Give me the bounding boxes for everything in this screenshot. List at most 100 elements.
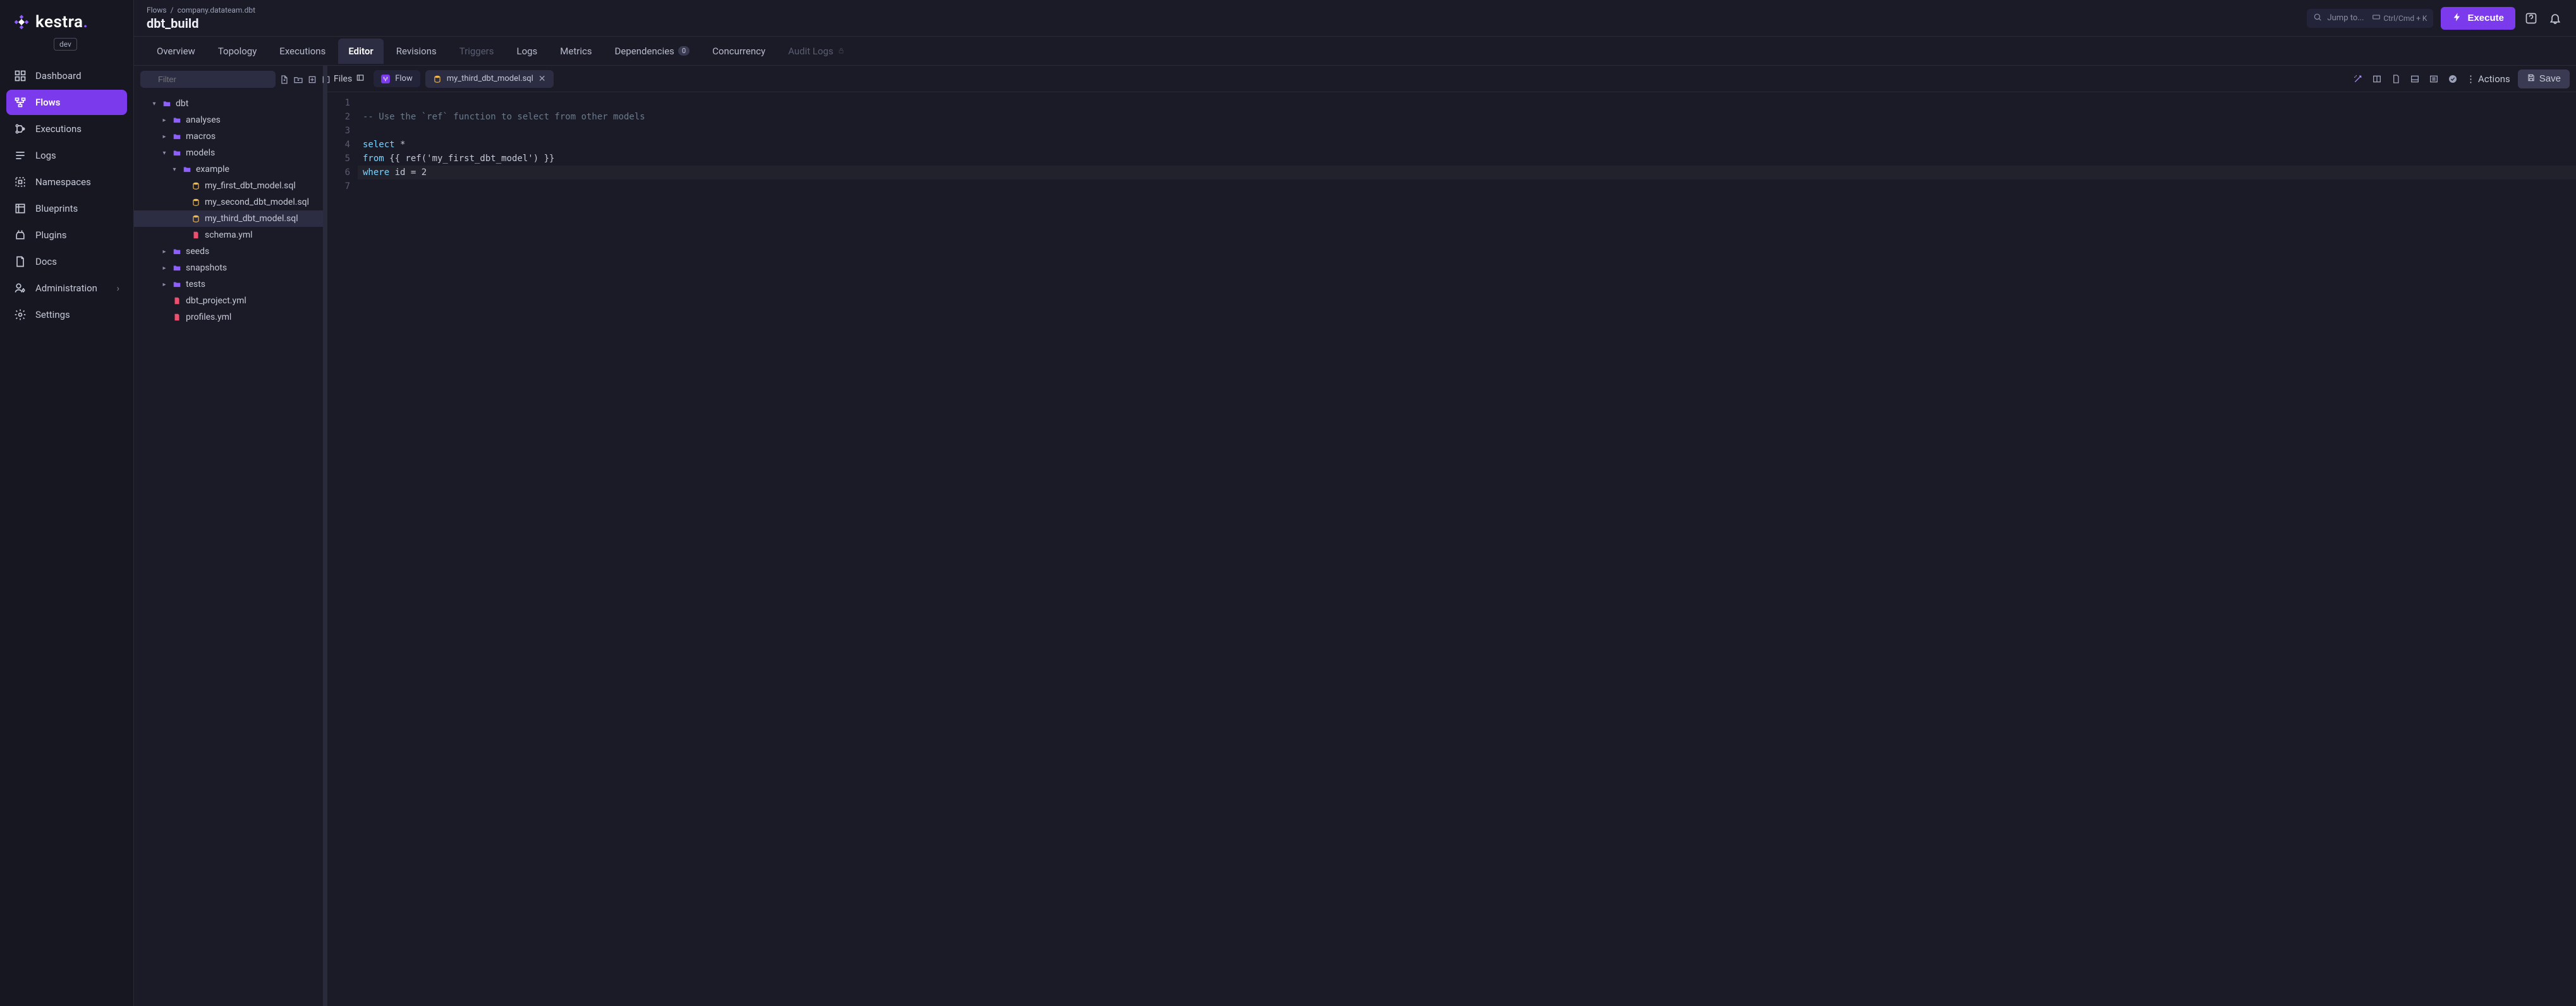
nav-namespaces[interactable]: Namespaces (6, 169, 127, 195)
tab-overview[interactable]: Overview (147, 39, 205, 64)
close-icon[interactable]: ✕ (538, 74, 546, 84)
tree-folder-analyses[interactable]: ▸analyses (134, 112, 323, 128)
tree-folder-example[interactable]: ▾example (134, 161, 323, 178)
nav-administration[interactable]: Administration › (6, 276, 127, 301)
logs-icon (14, 149, 27, 162)
header: Flows / company.datateam.dbt dbt_build J… (134, 0, 2576, 37)
nav-settings[interactable]: Settings (6, 302, 127, 327)
folder-icon (172, 148, 182, 158)
page-tabs: Overview Topology Executions Editor Revi… (134, 37, 2576, 66)
breadcrumb-area: Flows / company.datateam.dbt dbt_build (147, 6, 255, 31)
layout-split-icon[interactable] (2371, 73, 2383, 85)
nav-dashboard[interactable]: Dashboard (6, 63, 127, 88)
nav-label: Dashboard (35, 70, 82, 82)
logo-area: kestra. dev (0, 0, 133, 56)
lightning-icon (2452, 12, 2462, 25)
code-lines: -- Use the `ref` function to select from… (358, 92, 2576, 1006)
breadcrumb-namespace[interactable]: company.datateam.dbt (178, 6, 255, 15)
nav: Dashboard Flows Executions Logs Namespac… (0, 56, 133, 335)
new-file-icon[interactable] (279, 73, 289, 87)
chevron-right-icon: ▸ (161, 281, 168, 288)
tree-folder-dbt[interactable]: ▾dbt (134, 95, 323, 112)
nav-plugins[interactable]: Plugins (6, 222, 127, 248)
document-icon[interactable] (2390, 73, 2402, 85)
folder-icon (172, 279, 182, 289)
breadcrumb: Flows / company.datateam.dbt (147, 6, 255, 15)
bell-icon[interactable] (2547, 10, 2563, 27)
yml-file-icon (172, 296, 182, 306)
nav-blueprints[interactable]: Blueprints (6, 196, 127, 221)
nav-label: Logs (35, 150, 56, 161)
menu-dots-icon: ⋮ (2466, 73, 2476, 85)
blueprints-icon (14, 202, 27, 215)
tab-metrics[interactable]: Metrics (550, 39, 602, 64)
search-icon (2313, 13, 2322, 24)
nav-label: Settings (35, 309, 70, 320)
nav-label: Namespaces (35, 176, 91, 188)
flow-icon (381, 75, 390, 83)
folder-icon (172, 115, 182, 125)
editor-tab-flow[interactable]: Flow (374, 70, 420, 87)
tree-file-first-model[interactable]: my_first_dbt_model.sql (134, 178, 323, 194)
page-title: dbt_build (147, 16, 255, 31)
save-icon (2527, 73, 2536, 85)
tab-logs[interactable]: Logs (506, 39, 547, 64)
nav-docs[interactable]: Docs (6, 249, 127, 274)
keyboard-icon (2372, 13, 2381, 23)
chevron-down-icon: ▾ (171, 166, 178, 173)
code-editor[interactable]: 1 2 3 4 5 6 7 -- Use the `ref` function … (327, 92, 2576, 1006)
save-button[interactable]: Save (2518, 70, 2570, 88)
tab-editor[interactable]: Editor (338, 39, 383, 64)
namespaces-icon (14, 176, 27, 188)
files-label[interactable]: Files (334, 73, 368, 85)
tab-topology[interactable]: Topology (208, 39, 267, 64)
main: Flows / company.datateam.dbt dbt_build J… (134, 0, 2576, 1006)
tab-dependencies[interactable]: Dependencies0 (605, 39, 700, 64)
editor-tab-file[interactable]: my_third_dbt_model.sql ✕ (425, 70, 554, 88)
jump-to-search[interactable]: Jump to... Ctrl/Cmd + K (2307, 9, 2433, 28)
tab-concurrency[interactable]: Concurrency (702, 39, 775, 64)
tree-file-schema[interactable]: schema.yml (134, 227, 323, 243)
toggle-sidebar-icon (356, 73, 365, 85)
tree-folder-snapshots[interactable]: ▸snapshots (134, 260, 323, 276)
file-tree: ▾dbt ▸analyses ▸macros ▾models ▾example … (134, 93, 323, 1006)
tab-triggers: Triggers (449, 39, 504, 64)
import-icon[interactable] (307, 73, 317, 87)
tree-file-third-model[interactable]: my_third_dbt_model.sql (134, 210, 323, 227)
dependencies-badge: 0 (678, 46, 690, 56)
tree-folder-models[interactable]: ▾models (134, 145, 323, 161)
nav-executions[interactable]: Executions (6, 116, 127, 142)
new-folder-icon[interactable] (293, 73, 303, 87)
chevron-right-icon: ▸ (161, 248, 168, 255)
tree-file-dbt-project[interactable]: dbt_project.yml (134, 293, 323, 309)
filter-input[interactable] (140, 71, 276, 88)
sql-file-icon (191, 197, 201, 207)
nav-flows[interactable]: Flows (6, 90, 127, 115)
magic-wand-icon[interactable] (2352, 73, 2364, 85)
tree-folder-seeds[interactable]: ▸seeds (134, 243, 323, 260)
administration-icon (14, 282, 27, 294)
nav-label: Plugins (35, 229, 66, 241)
tree-folder-macros[interactable]: ▸macros (134, 128, 323, 145)
list-panel-icon[interactable] (2428, 73, 2439, 85)
flows-icon (14, 96, 27, 109)
tab-executions[interactable]: Executions (269, 39, 336, 64)
help-icon[interactable] (2523, 10, 2539, 27)
editor-area: ▾dbt ▸analyses ▸macros ▾models ▾example … (134, 66, 2576, 1006)
tree-file-second-model[interactable]: my_second_dbt_model.sql (134, 194, 323, 210)
actions-dropdown[interactable]: ⋮ Actions (2466, 73, 2510, 85)
sql-file-icon (191, 181, 201, 191)
panel-icon[interactable] (2409, 73, 2421, 85)
folder-icon (172, 246, 182, 257)
tree-file-profiles[interactable]: profiles.yml (134, 309, 323, 325)
chevron-right-icon: ▸ (161, 117, 168, 124)
execute-button[interactable]: Execute (2441, 7, 2515, 30)
nav-logs[interactable]: Logs (6, 143, 127, 168)
sidebar: kestra. dev Dashboard Flows Executions L… (0, 0, 134, 1006)
tab-revisions[interactable]: Revisions (386, 39, 447, 64)
breadcrumb-root[interactable]: Flows (147, 6, 167, 15)
file-toolbar (134, 66, 323, 93)
tree-folder-tests[interactable]: ▸tests (134, 276, 323, 293)
editor-tabs: Files Flow my_third_dbt_model.sql ✕ (327, 66, 2576, 92)
logo[interactable]: kestra. (13, 13, 88, 32)
